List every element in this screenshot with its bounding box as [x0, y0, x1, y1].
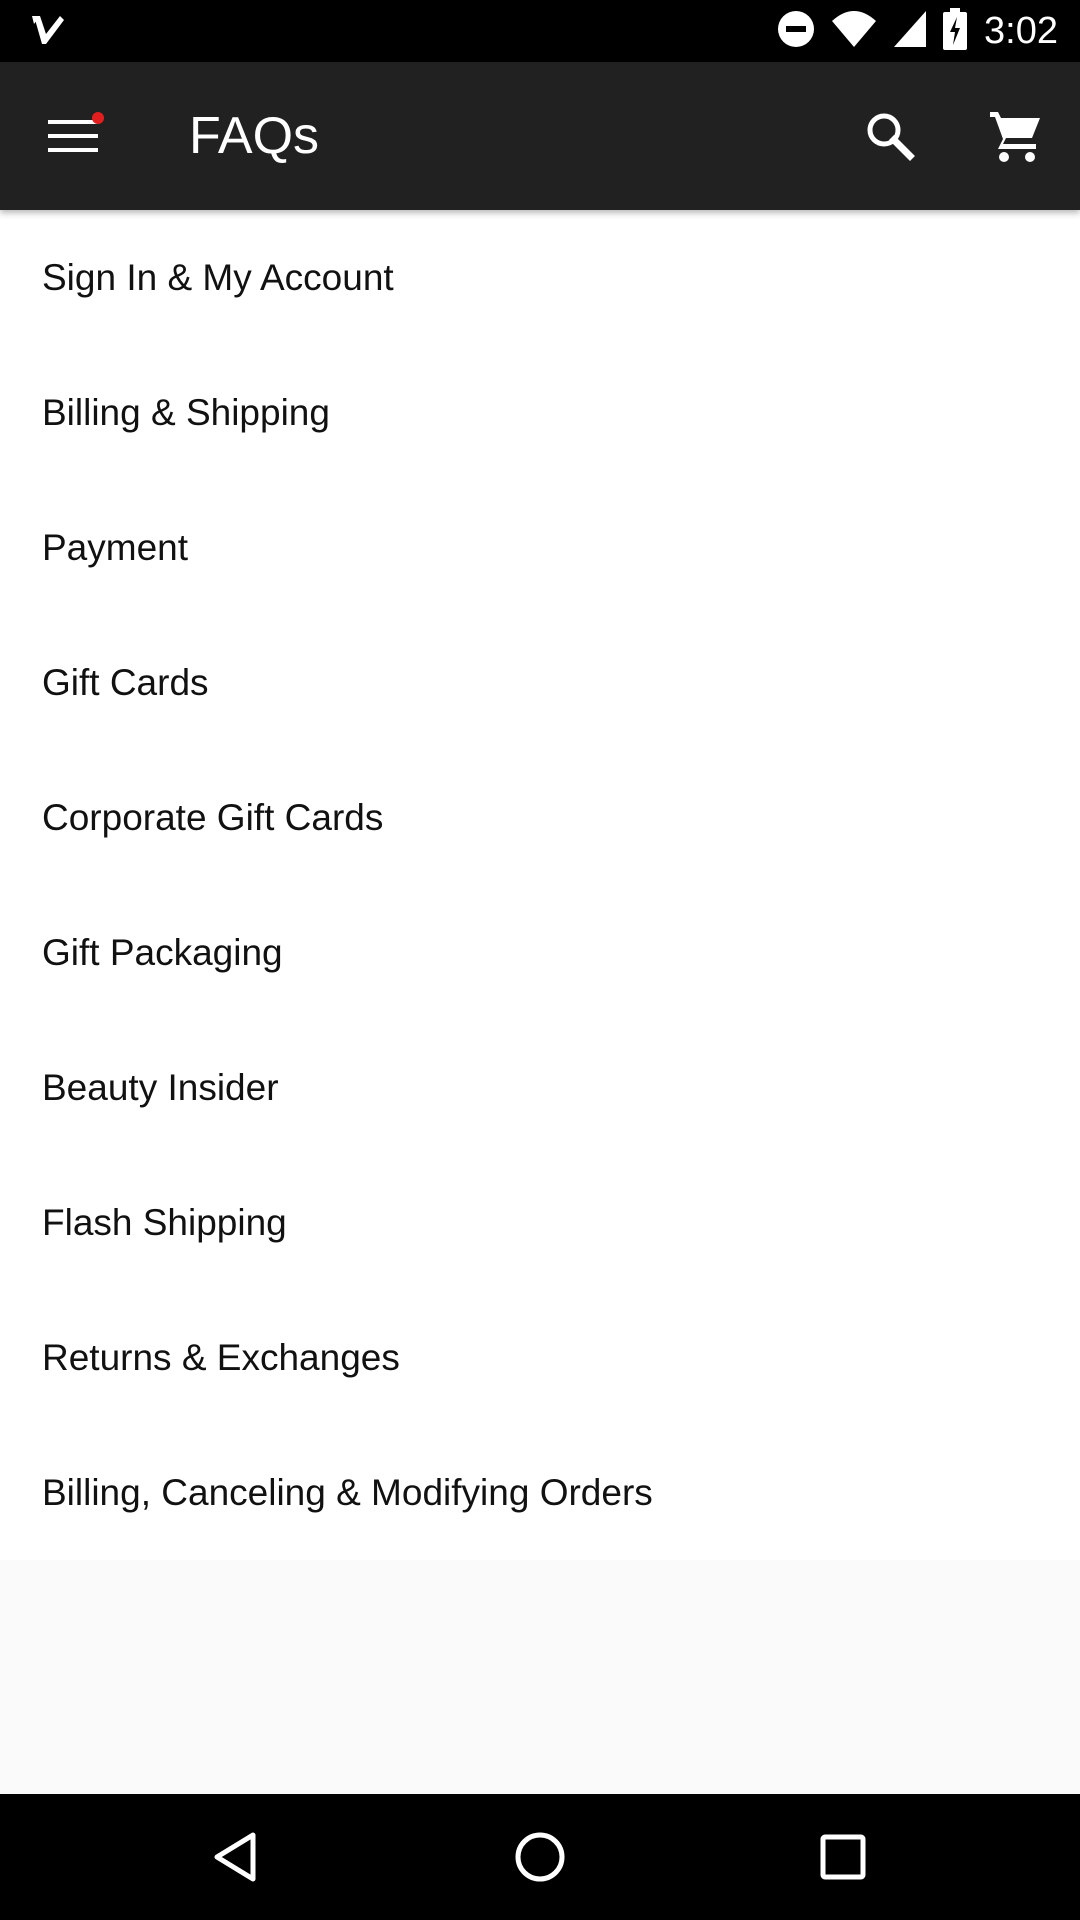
- faq-item-billing-canceling-orders[interactable]: Billing, Canceling & Modifying Orders: [0, 1425, 1080, 1560]
- faq-item-gift-cards[interactable]: Gift Cards: [0, 615, 1080, 750]
- home-icon: [515, 1832, 565, 1882]
- navigation-bar: [0, 1794, 1080, 1920]
- search-icon: [867, 113, 915, 161]
- menu-icon: [48, 120, 98, 152]
- back-button[interactable]: [187, 1807, 287, 1907]
- faq-item-corporate-gift-cards[interactable]: Corporate Gift Cards: [0, 750, 1080, 885]
- notification-dot: [92, 112, 104, 124]
- faq-list: Sign In & My Account Billing & Shipping …: [0, 210, 1080, 1560]
- page-title: FAQs: [189, 107, 320, 165]
- faq-item-sign-in-account[interactable]: Sign In & My Account: [0, 210, 1080, 345]
- faq-item-payment[interactable]: Payment: [0, 480, 1080, 615]
- status-bar: 3:02: [0, 0, 1080, 62]
- battery-charging-icon: [942, 7, 968, 55]
- status-icons: 3:02: [762, 0, 1058, 62]
- wifi-icon: [830, 9, 878, 54]
- app-notification-icon: [30, 12, 66, 48]
- faq-item-gift-packaging[interactable]: Gift Packaging: [0, 885, 1080, 1020]
- faq-item-billing-shipping[interactable]: Billing & Shipping: [0, 345, 1080, 480]
- cart-button[interactable]: [966, 86, 1066, 186]
- app-bar: FAQs: [0, 62, 1080, 210]
- status-time: 3:02: [984, 9, 1058, 52]
- back-icon: [214, 1832, 256, 1882]
- faq-item-returns-exchanges[interactable]: Returns & Exchanges: [0, 1290, 1080, 1425]
- do-not-disturb-icon: [776, 9, 816, 54]
- faq-screen: 3:02 FAQs Sign In & My Account Billing &…: [0, 0, 1080, 1920]
- recent-apps-button[interactable]: [793, 1807, 893, 1907]
- menu-button[interactable]: [24, 86, 124, 186]
- recent-apps-icon: [820, 1834, 866, 1880]
- search-button[interactable]: [840, 86, 940, 186]
- faq-item-beauty-insider[interactable]: Beauty Insider: [0, 1020, 1080, 1155]
- signal-icon: [892, 9, 928, 54]
- faq-item-flash-shipping[interactable]: Flash Shipping: [0, 1155, 1080, 1290]
- shopping-cart-icon: [990, 112, 1040, 162]
- home-button[interactable]: [490, 1807, 590, 1907]
